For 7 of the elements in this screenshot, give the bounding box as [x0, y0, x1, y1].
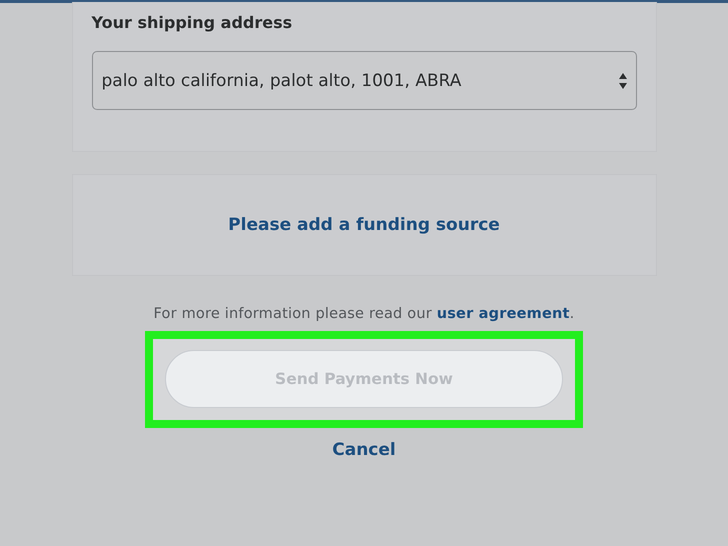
user-agreement-link[interactable]: user agreement [436, 306, 570, 322]
add-funding-link[interactable]: Please add a funding source [228, 215, 500, 235]
cancel-link[interactable]: Cancel [332, 440, 396, 460]
up-down-arrows-icon [618, 72, 628, 90]
info-text: For more information please read our user agreement. [154, 306, 574, 322]
field-label: Your shipping address [92, 13, 292, 32]
address-select[interactable]: palo alto california, palot alto, 1001, ABRA [92, 51, 636, 110]
